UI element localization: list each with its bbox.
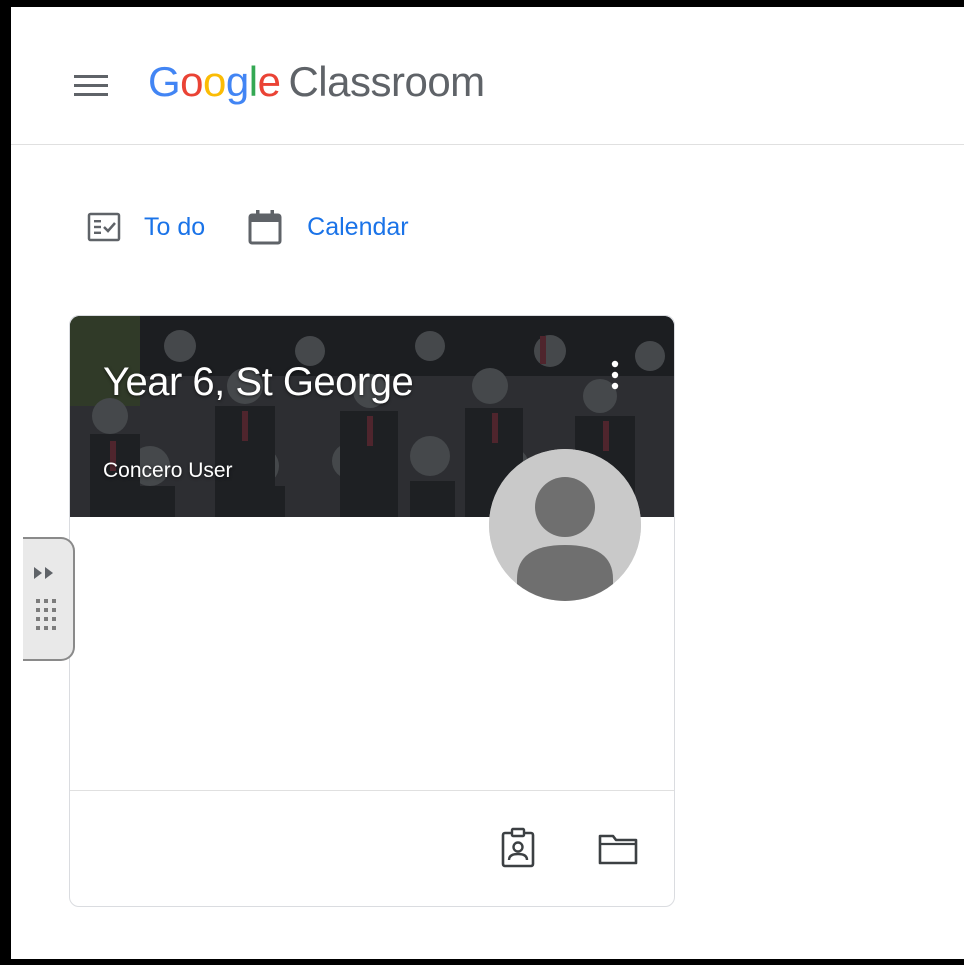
- side-panel-handle[interactable]: [23, 537, 75, 661]
- card-divider: [70, 790, 674, 791]
- calendar-link[interactable]: Calendar: [245, 207, 409, 247]
- logo-letter: g: [225, 58, 249, 105]
- class-card-title[interactable]: Year 6, St George: [103, 356, 414, 408]
- default-avatar-icon: [489, 449, 641, 601]
- logo-letter: l: [248, 58, 258, 105]
- logo-letter: o: [203, 58, 226, 105]
- logo-letter: e: [257, 58, 281, 105]
- portrait-badge-icon[interactable]: [496, 826, 540, 870]
- google-classroom-logo[interactable]: Google Classroom: [148, 57, 485, 107]
- product-name: Classroom: [288, 58, 485, 105]
- class-card: Year 6, St George Concero User: [69, 315, 675, 907]
- logo-letter: o: [180, 58, 204, 105]
- assignment-check-icon: [86, 209, 122, 245]
- todo-link[interactable]: To do: [86, 209, 205, 245]
- calendar-label: Calendar: [307, 212, 409, 241]
- calendar-icon: [245, 207, 285, 247]
- hamburger-menu-icon[interactable]: [73, 69, 109, 105]
- folder-icon[interactable]: [596, 826, 640, 870]
- todo-label: To do: [144, 212, 206, 241]
- more-vert-icon[interactable]: [600, 356, 630, 396]
- double-chevron-right-icon: [32, 565, 58, 586]
- top-app-bar: Google Classroom: [11, 7, 964, 145]
- grip-dots-icon: [34, 597, 60, 642]
- top-nav: To do Calendar: [86, 207, 449, 247]
- app-window: Google Classroom To do Calendar Year 6, …: [0, 0, 964, 965]
- logo-letter: G: [148, 58, 181, 105]
- class-card-owner: Concero User: [103, 459, 233, 482]
